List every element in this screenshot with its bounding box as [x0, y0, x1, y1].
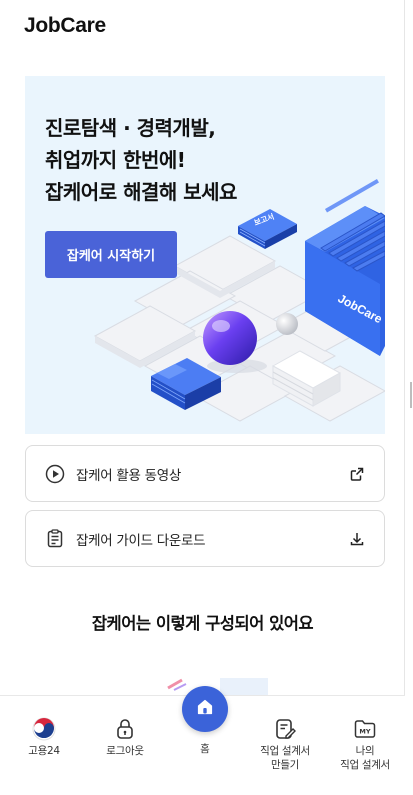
play-circle-icon — [44, 463, 66, 485]
top-bar: JobCare — [0, 0, 404, 56]
download-icon — [348, 530, 366, 548]
guide-download-card[interactable]: 잡케어 가이드 다운로드 — [25, 510, 385, 567]
nav-my-career-plan[interactable]: MY 나의 직업 설계서 — [325, 696, 405, 772]
home-icon — [195, 697, 215, 721]
start-jobcare-button[interactable]: 잡케어 시작하기 — [45, 231, 177, 278]
nav-logout[interactable]: 로그아웃 — [85, 696, 165, 758]
edit-document-icon — [245, 714, 325, 744]
page: JobCare 보고서 JobCare 진로탐색 · 경력개발, 취업까지 한번… — [0, 0, 405, 795]
my-folder-icon: MY — [325, 714, 405, 744]
nav-make-label-line1: 직업 설계서 — [260, 745, 310, 757]
hero-title-line-1: 진로탐색 · 경력개발, — [45, 116, 216, 140]
nav-goyong24-label: 고용24 — [28, 745, 60, 757]
hero-banner: 보고서 JobCare 진로탐색 · 경력개발, 취업까지 한번에! 잡케어로 … — [25, 76, 385, 434]
home-button[interactable] — [182, 686, 228, 732]
hero-title: 진로탐색 · 경력개발, 취업까지 한번에! 잡케어로 해결해 보세요 — [45, 112, 237, 208]
document-icon — [44, 528, 66, 550]
my-badge-text: MY — [359, 728, 370, 736]
app-logo[interactable]: JobCare — [24, 14, 106, 37]
video-link-card[interactable]: 잡케어 활용 동영상 — [25, 445, 385, 502]
nav-make-label-line2: 만들기 — [270, 759, 300, 771]
nav-my-label-line1: 나의 — [355, 745, 375, 757]
nav-goyong24[interactable]: 고용24 — [4, 696, 84, 758]
lock-icon — [85, 714, 165, 744]
guide-download-label: 잡케어 가이드 다운로드 — [76, 532, 206, 549]
hero-title-line-3: 잡케어로 해결해 보세요 — [45, 180, 237, 204]
scrollbar-thumb[interactable] — [410, 382, 412, 408]
nav-my-label-line2: 직업 설계서 — [340, 759, 390, 771]
hero-title-line-2: 취업까지 한번에! — [45, 148, 186, 172]
nav-logout-label: 로그아웃 — [106, 745, 144, 757]
goyong24-logo-icon — [4, 714, 84, 744]
external-link-icon — [348, 465, 366, 483]
nav-make-career-plan[interactable]: 직업 설계서 만들기 — [245, 696, 325, 772]
nav-home-label: 홈 — [200, 743, 210, 755]
video-link-label: 잡케어 활용 동영상 — [76, 467, 181, 484]
section-title: 잡케어는 이렇게 구성되어 있어요 — [91, 614, 314, 633]
